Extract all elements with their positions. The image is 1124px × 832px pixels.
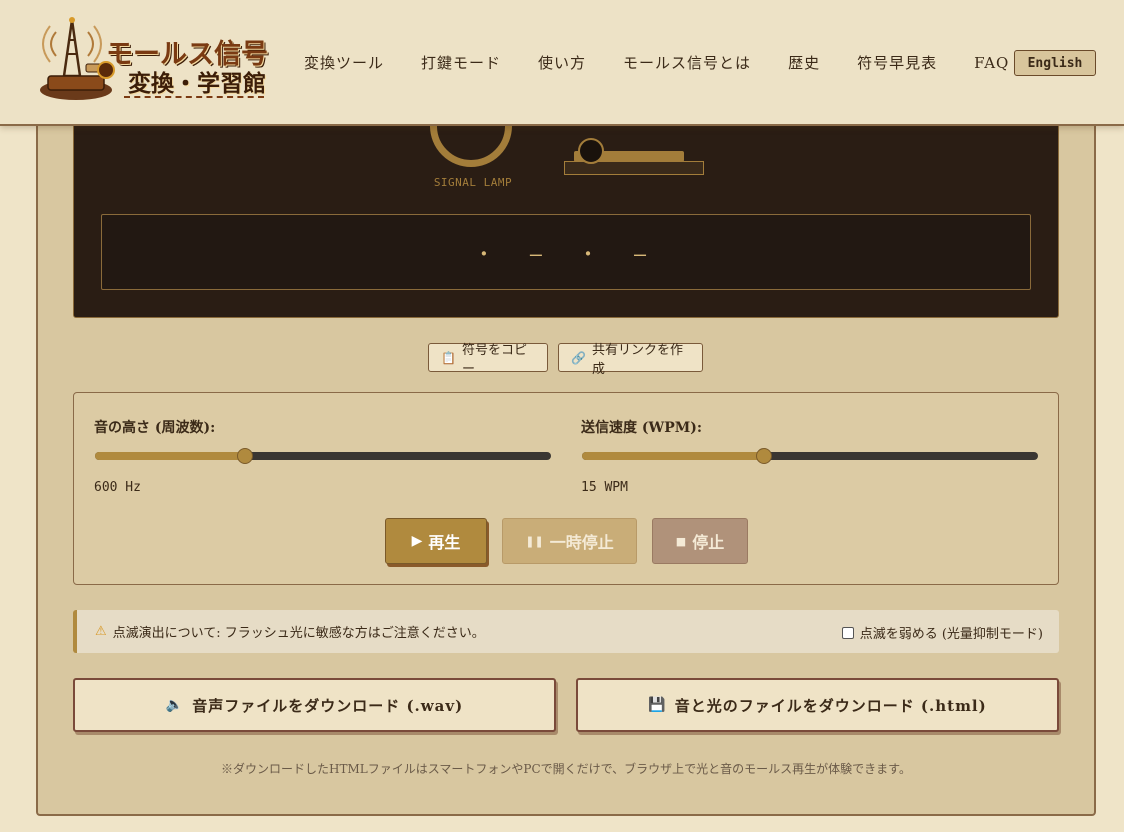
language-toggle-button[interactable]: English — [1014, 50, 1096, 76]
copy-code-button[interactable]: 📋 符号をコピー — [428, 343, 548, 377]
download-wav-button[interactable]: 🔈 音声ファイルをダウンロード (.wav) — [73, 678, 556, 732]
wpm-value: 15 WPM — [581, 480, 628, 495]
site-header: モールス信号 変換・学習館 変換ツール 打鍵モード 使い方 モールス信号とは 歴… — [0, 0, 1124, 126]
logo-underline — [124, 96, 264, 98]
play-icon: ▶ — [411, 533, 423, 549]
frequency-value: 600 Hz — [94, 480, 141, 495]
site-logo[interactable]: モールス信号 変換・学習館 — [36, 14, 268, 114]
main-nav: 変換ツール 打鍵モード 使い方 モールス信号とは 歴史 符号早見表 FAQ — [304, 52, 1046, 73]
frequency-label: 音の高さ (周波数): — [94, 420, 216, 436]
morse-output-text: ・ — ・ — — [473, 241, 659, 266]
signal-display-panel: SIGNAL LAMP ・ — ・ — — [73, 85, 1059, 318]
nav-item-how-to[interactable]: 使い方 — [538, 52, 586, 73]
morse-output-box: ・ — ・ — — [101, 214, 1031, 290]
logo-title-line2: 変換・学習館 — [128, 71, 266, 97]
playback-controls-panel: 音の高さ (周波数): 600 Hz 送信速度 (WPM): 15 WPM ▶ … — [73, 392, 1059, 585]
nav-item-history[interactable]: 歴史 — [788, 52, 820, 73]
floppy-disk-icon: 💾 — [648, 697, 667, 713]
reduce-flash-checkbox[interactable] — [841, 626, 854, 639]
share-link-label: 共有リンクを作成 — [591, 342, 683, 377]
wpm-slider-thumb[interactable] — [756, 448, 772, 464]
reduce-flash-label: 点滅を弱める (光量抑制モード) — [859, 627, 1043, 642]
clipboard-icon: 📋 — [441, 350, 456, 365]
flash-warning-text: 点滅演出について: フラッシュ光に敏感な方はご注意ください。 — [112, 626, 485, 641]
pause-button[interactable]: ❚❚ 一時停止 — [502, 518, 637, 564]
pause-icon: ❚❚ — [525, 534, 544, 548]
wpm-slider-fill — [582, 452, 764, 460]
stop-label: 停止 — [692, 533, 725, 552]
warning-icon: ⚠ — [95, 624, 107, 639]
download-note: ※ダウンロードしたHTMLファイルはスマートフォンやPCで開くだけで、ブラウザ上… — [221, 762, 911, 776]
stop-icon: ■ — [675, 534, 687, 548]
share-link-button[interactable]: 🔗 共有リンクを作成 — [558, 343, 703, 377]
nav-item-converter[interactable]: 変換ツール — [304, 52, 384, 73]
copy-code-label: 符号をコピー — [461, 342, 527, 377]
signal-lamp-label: SIGNAL LAMP — [433, 176, 513, 189]
nav-item-faq[interactable]: FAQ — [974, 54, 1009, 72]
play-label: 再生 — [428, 533, 461, 552]
speaker-icon: 🔈 — [165, 697, 185, 713]
reduce-flash-toggle[interactable]: 点滅を弱める (光量抑制モード) — [841, 623, 1043, 642]
telegraph-key-base — [564, 161, 704, 175]
nav-item-about[interactable]: モールス信号とは — [623, 52, 751, 73]
frequency-slider-fill — [95, 452, 245, 460]
flash-warning-bar: ⚠ 点滅演出について: フラッシュ光に敏感な方はご注意ください。 点滅を弱める … — [73, 610, 1059, 653]
link-icon: 🔗 — [571, 350, 586, 365]
telegraph-key-knob[interactable] — [578, 138, 604, 164]
download-wav-label: 音声ファイルをダウンロード (.wav) — [192, 696, 464, 715]
frequency-slider[interactable] — [95, 448, 551, 464]
wpm-label: 送信速度 (WPM): — [581, 420, 703, 436]
stop-button[interactable]: ■ 停止 — [652, 518, 748, 564]
download-html-button[interactable]: 💾 音と光のファイルをダウンロード (.html) — [576, 678, 1059, 732]
nav-item-keying-mode[interactable]: 打鍵モード — [421, 52, 501, 73]
play-button[interactable]: ▶ 再生 — [385, 518, 487, 564]
frequency-slider-thumb[interactable] — [237, 448, 253, 464]
download-html-label: 音と光のファイルをダウンロード (.html) — [674, 696, 987, 715]
nav-item-code-chart[interactable]: 符号早見表 — [857, 52, 937, 73]
wpm-slider[interactable] — [582, 448, 1038, 464]
pause-label: 一時停止 — [549, 533, 614, 552]
